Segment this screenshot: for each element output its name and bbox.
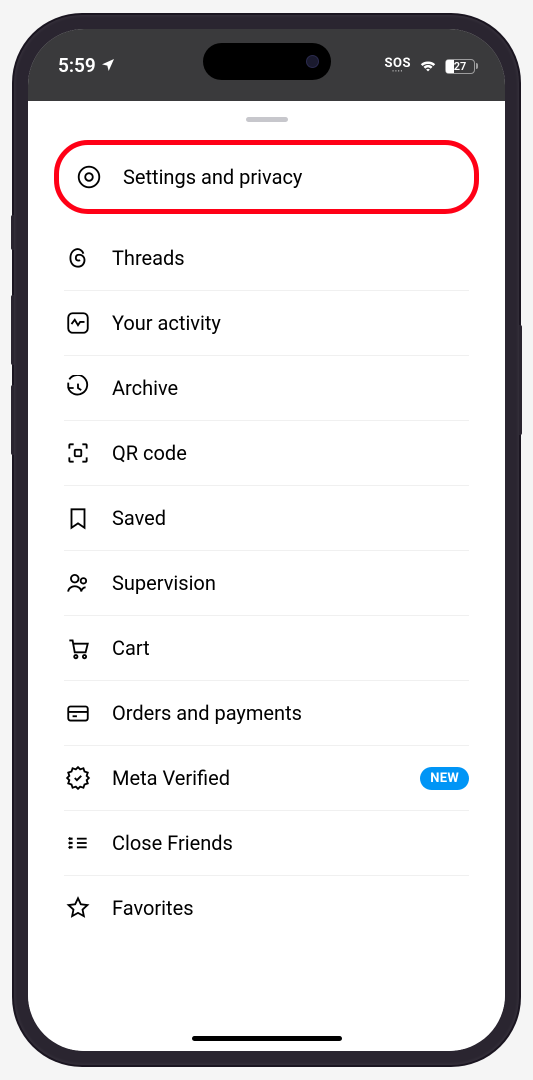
location-icon — [100, 57, 116, 73]
close-friends-icon — [64, 829, 92, 857]
menu-label: Archive — [112, 376, 469, 400]
cart-icon — [64, 634, 92, 662]
menu-sheet: Settings and privacy Threads Your activi… — [28, 101, 505, 1051]
menu-label: Orders and payments — [112, 701, 469, 725]
power-button — [519, 325, 522, 435]
menu-item-archive[interactable]: Archive — [64, 356, 469, 421]
menu-item-your-activity[interactable]: Your activity — [64, 291, 469, 356]
qr-code-icon — [64, 439, 92, 467]
menu-item-threads[interactable]: Threads — [64, 226, 469, 291]
menu-label: Threads — [112, 246, 469, 270]
menu-label: Meta Verified — [112, 766, 400, 790]
volume-up-button — [11, 295, 14, 365]
status-time: 5:59 — [58, 54, 116, 77]
battery-icon: 27 — [445, 59, 475, 74]
menu-label: Settings and privacy — [123, 165, 458, 189]
menu-item-supervision[interactable]: Supervision — [64, 551, 469, 616]
sheet-grabber[interactable] — [246, 117, 288, 122]
phone-frame: 5:59 SOS •••• 27 — [14, 15, 519, 1065]
menu-label: Your activity — [112, 311, 469, 335]
activity-icon — [64, 309, 92, 337]
menu-label: Favorites — [112, 896, 469, 920]
menu-label: Saved — [112, 506, 469, 530]
menu-item-favorites[interactable]: Favorites — [64, 876, 469, 940]
new-badge: NEW — [420, 767, 469, 790]
menu-item-close-friends[interactable]: Close Friends — [64, 811, 469, 876]
menu-item-qr-code[interactable]: QR code — [64, 421, 469, 486]
wifi-icon — [419, 59, 437, 73]
battery-percent: 27 — [446, 60, 474, 73]
home-indicator[interactable] — [192, 1036, 342, 1041]
supervision-icon — [64, 569, 92, 597]
menu-label: Cart — [112, 636, 469, 660]
menu-item-settings-privacy[interactable]: Settings and privacy — [65, 149, 468, 205]
menu-item-orders-payments[interactable]: Orders and payments — [64, 681, 469, 746]
status-bar: 5:59 SOS •••• 27 — [28, 29, 505, 101]
menu-list: Threads Your activity Archive — [28, 226, 505, 940]
star-icon — [64, 894, 92, 922]
mute-switch — [11, 215, 14, 250]
credit-card-icon — [64, 699, 92, 727]
menu-label: Close Friends — [112, 831, 469, 855]
verified-badge-icon — [64, 764, 92, 792]
menu-label: Supervision — [112, 571, 469, 595]
gear-icon — [75, 163, 103, 191]
menu-item-meta-verified[interactable]: Meta Verified NEW — [64, 746, 469, 811]
dynamic-island — [203, 43, 331, 80]
bookmark-icon — [64, 504, 92, 532]
sos-indicator: SOS •••• — [385, 57, 411, 75]
volume-down-button — [11, 385, 14, 455]
time-text: 5:59 — [58, 54, 96, 77]
screen: 5:59 SOS •••• 27 — [28, 29, 505, 1051]
menu-label: QR code — [112, 441, 469, 465]
menu-item-cart[interactable]: Cart — [64, 616, 469, 681]
highlight-annotation: Settings and privacy — [54, 140, 479, 214]
menu-item-saved[interactable]: Saved — [64, 486, 469, 551]
front-camera — [306, 55, 319, 68]
archive-icon — [64, 374, 92, 402]
status-icons: SOS •••• 27 — [385, 57, 475, 75]
threads-icon — [64, 244, 92, 272]
